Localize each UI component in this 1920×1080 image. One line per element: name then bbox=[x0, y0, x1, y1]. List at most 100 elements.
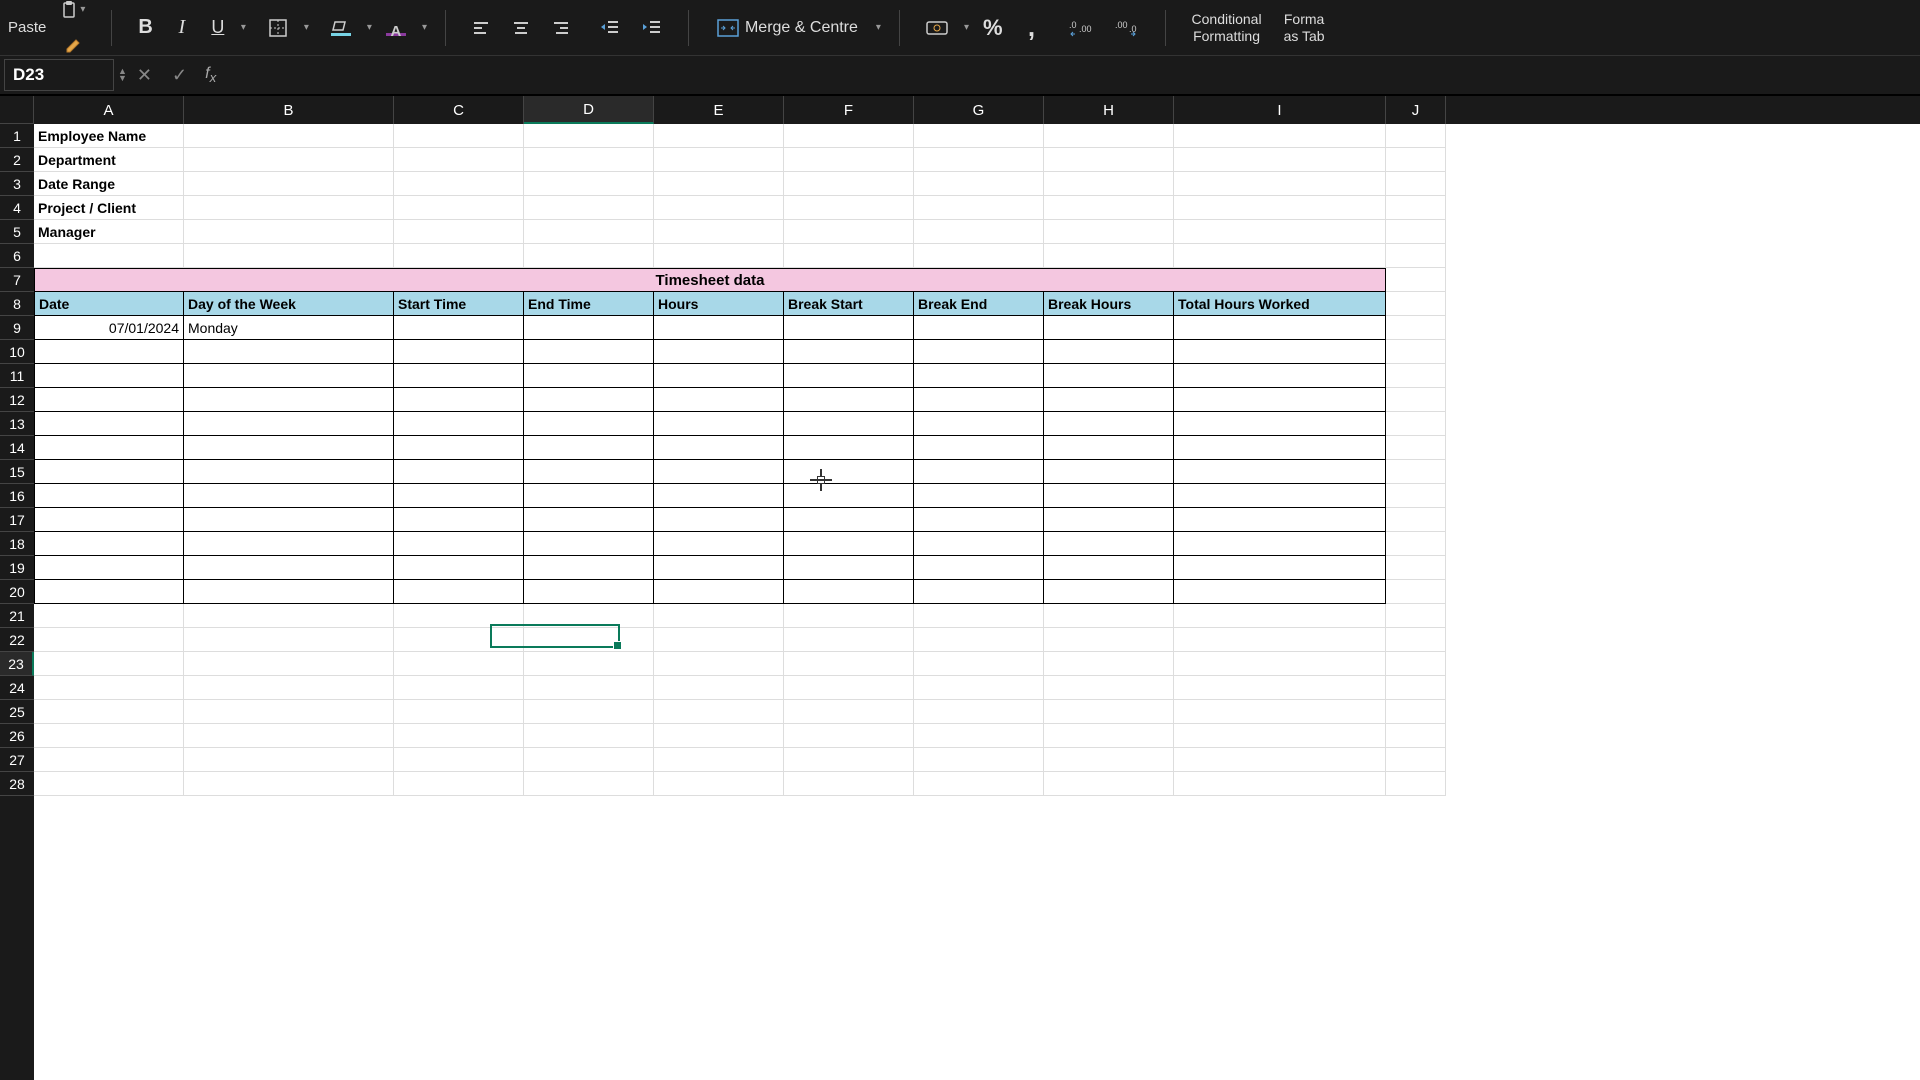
row-header-6[interactable]: 6 bbox=[0, 244, 34, 268]
row-header-18[interactable]: 18 bbox=[0, 532, 34, 556]
format-as-table-button[interactable]: Forma as Tab bbox=[1276, 11, 1333, 45]
row-header-1[interactable]: 1 bbox=[0, 124, 34, 148]
cell[interactable] bbox=[654, 148, 784, 172]
borders-button[interactable] bbox=[260, 11, 296, 45]
cell[interactable] bbox=[1386, 604, 1446, 628]
cell[interactable] bbox=[784, 748, 914, 772]
cell[interactable] bbox=[1386, 484, 1446, 508]
row-header-16[interactable]: 16 bbox=[0, 484, 34, 508]
cell[interactable] bbox=[784, 484, 914, 508]
cell[interactable] bbox=[1044, 340, 1174, 364]
cell[interactable] bbox=[914, 460, 1044, 484]
column-header-A[interactable]: A bbox=[34, 96, 184, 124]
cell[interactable] bbox=[1386, 676, 1446, 700]
cell[interactable] bbox=[784, 556, 914, 580]
cell[interactable] bbox=[784, 604, 914, 628]
cell[interactable]: Monday bbox=[184, 316, 394, 340]
percent-button[interactable]: % bbox=[975, 11, 1011, 45]
row-header-9[interactable]: 9 bbox=[0, 316, 34, 340]
cell[interactable] bbox=[1174, 364, 1386, 388]
cell[interactable] bbox=[394, 532, 524, 556]
cell[interactable] bbox=[524, 676, 654, 700]
chevron-down-icon[interactable]: ▾ bbox=[876, 22, 881, 33]
cell[interactable]: End Time bbox=[524, 292, 654, 316]
cell[interactable] bbox=[394, 436, 524, 460]
cell[interactable] bbox=[914, 772, 1044, 796]
cell[interactable] bbox=[784, 700, 914, 724]
cell[interactable] bbox=[394, 700, 524, 724]
cell[interactable] bbox=[1174, 700, 1386, 724]
cell[interactable] bbox=[1386, 748, 1446, 772]
cell[interactable] bbox=[1044, 652, 1174, 676]
row-header-26[interactable]: 26 bbox=[0, 724, 34, 748]
cell[interactable] bbox=[184, 508, 394, 532]
cell[interactable] bbox=[1386, 724, 1446, 748]
cell[interactable] bbox=[654, 532, 784, 556]
cell[interactable] bbox=[184, 556, 394, 580]
cell[interactable] bbox=[394, 556, 524, 580]
cell[interactable] bbox=[1174, 412, 1386, 436]
cell[interactable] bbox=[524, 412, 654, 436]
cell[interactable]: Date Range bbox=[34, 172, 184, 196]
cell[interactable] bbox=[394, 388, 524, 412]
cell[interactable] bbox=[1386, 436, 1446, 460]
cell[interactable] bbox=[1044, 244, 1174, 268]
cell[interactable] bbox=[914, 700, 1044, 724]
cell[interactable] bbox=[1174, 124, 1386, 148]
cell[interactable] bbox=[394, 124, 524, 148]
cell[interactable] bbox=[1174, 532, 1386, 556]
cell[interactable] bbox=[1174, 316, 1386, 340]
cell[interactable] bbox=[1174, 580, 1386, 604]
cell[interactable] bbox=[1174, 772, 1386, 796]
cell[interactable] bbox=[34, 508, 184, 532]
cell[interactable] bbox=[914, 748, 1044, 772]
chevron-down-icon[interactable]: ▾ bbox=[367, 22, 372, 33]
name-box[interactable]: D23 bbox=[4, 59, 114, 91]
cell[interactable] bbox=[394, 748, 524, 772]
cell[interactable] bbox=[654, 724, 784, 748]
cell[interactable] bbox=[524, 436, 654, 460]
cell[interactable] bbox=[1174, 172, 1386, 196]
cell[interactable] bbox=[1174, 388, 1386, 412]
cell[interactable] bbox=[184, 340, 394, 364]
align-right-button[interactable] bbox=[544, 11, 578, 45]
cell[interactable] bbox=[1386, 508, 1446, 532]
row-header-8[interactable]: 8 bbox=[0, 292, 34, 316]
cell[interactable] bbox=[1386, 124, 1446, 148]
cell[interactable] bbox=[1174, 148, 1386, 172]
cell[interactable] bbox=[784, 340, 914, 364]
cell[interactable] bbox=[654, 652, 784, 676]
cell[interactable] bbox=[394, 460, 524, 484]
cell[interactable] bbox=[654, 340, 784, 364]
cell[interactable]: Department bbox=[34, 148, 184, 172]
cell[interactable] bbox=[1386, 196, 1446, 220]
cell[interactable] bbox=[784, 508, 914, 532]
cell[interactable] bbox=[654, 556, 784, 580]
cell[interactable] bbox=[914, 244, 1044, 268]
cell[interactable] bbox=[654, 604, 784, 628]
cell[interactable] bbox=[1174, 652, 1386, 676]
align-left-button[interactable] bbox=[464, 11, 498, 45]
cell[interactable] bbox=[34, 580, 184, 604]
underline-button[interactable]: U bbox=[203, 11, 233, 45]
cell[interactable] bbox=[914, 172, 1044, 196]
cell[interactable] bbox=[914, 604, 1044, 628]
cell[interactable] bbox=[184, 172, 394, 196]
cell[interactable] bbox=[394, 580, 524, 604]
cell[interactable] bbox=[34, 700, 184, 724]
cell[interactable] bbox=[184, 652, 394, 676]
cell[interactable] bbox=[524, 652, 654, 676]
comma-button[interactable]: , bbox=[1017, 11, 1047, 45]
column-header-J[interactable]: J bbox=[1386, 96, 1446, 124]
cell[interactable] bbox=[784, 244, 914, 268]
cell[interactable] bbox=[1044, 532, 1174, 556]
italic-button[interactable]: I bbox=[167, 11, 197, 45]
cell[interactable] bbox=[1174, 220, 1386, 244]
cell[interactable] bbox=[654, 508, 784, 532]
cell[interactable] bbox=[654, 460, 784, 484]
cell[interactable] bbox=[524, 124, 654, 148]
cell[interactable] bbox=[184, 124, 394, 148]
cell[interactable] bbox=[524, 220, 654, 244]
cell[interactable] bbox=[34, 652, 184, 676]
row-header-10[interactable]: 10 bbox=[0, 340, 34, 364]
